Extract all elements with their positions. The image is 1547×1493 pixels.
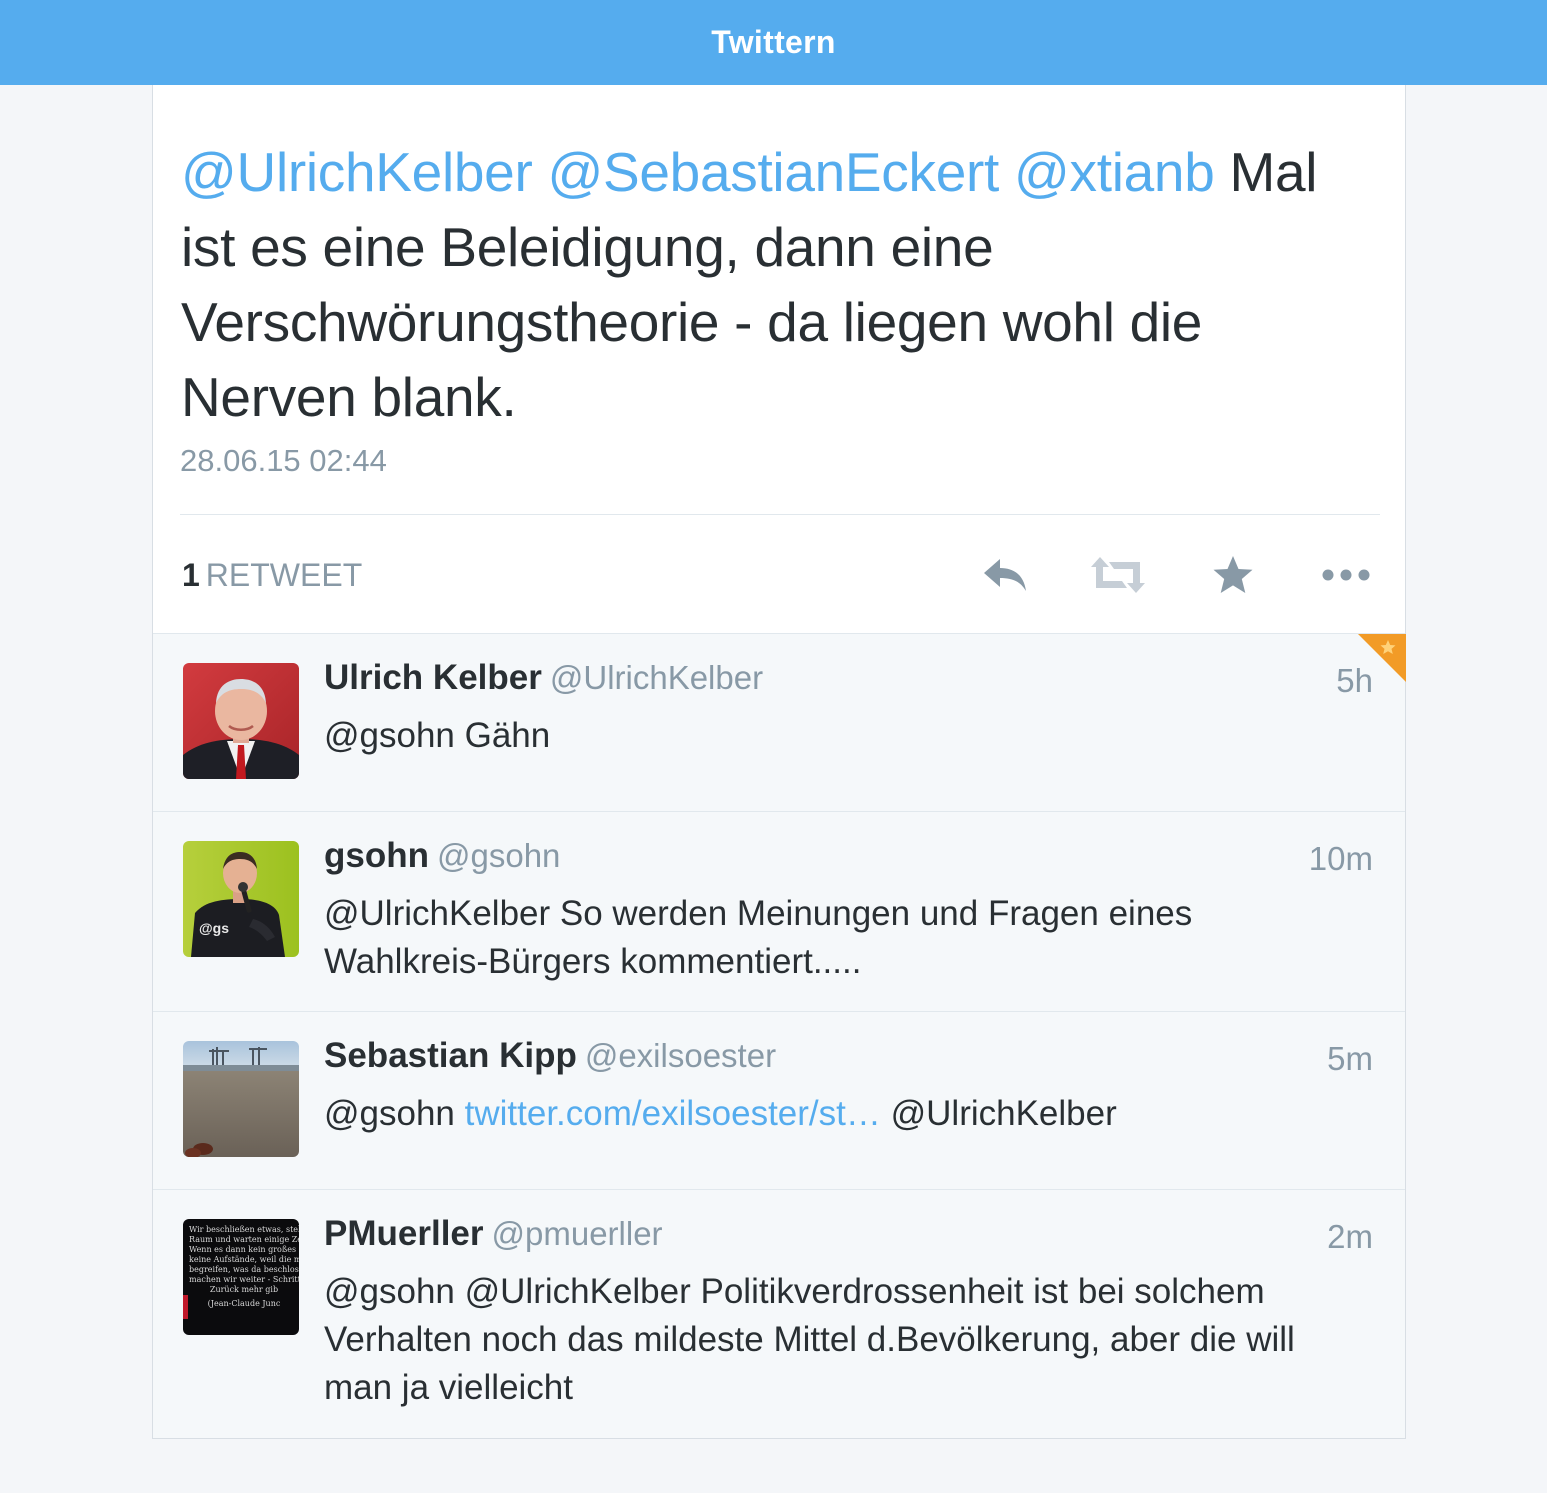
reply-time: 10m [1308, 840, 1373, 877]
mention-link[interactable]: @UlrichKelber [181, 141, 533, 203]
reply-text: @gsohn Gähn [324, 716, 551, 755]
reply-icon [984, 559, 1026, 591]
reply-tweet[interactable]: Wir beschließen etwas, stellen Raum und … [153, 1190, 1405, 1438]
avatar[interactable]: @gs [183, 841, 299, 957]
tweet-timestamp: 28.06.15 02:44 [180, 443, 387, 478]
reply-time: 2m [1327, 1218, 1373, 1255]
retweet-count: 1 [182, 557, 200, 593]
reply-button[interactable] [975, 551, 1035, 599]
user-handle[interactable]: @pmuerller [492, 1215, 663, 1252]
favorite-button[interactable] [1203, 551, 1263, 599]
favorited-corner-icon [1358, 634, 1406, 682]
main-tweet-text: @UlrichKelber @SebastianEckert @xtianb M… [181, 135, 1351, 435]
avatar[interactable] [183, 1041, 299, 1157]
url-link[interactable]: twitter.com/exilsoester/st… [465, 1094, 881, 1133]
mention-link[interactable]: @gsohn [324, 1094, 455, 1133]
user-name[interactable]: Sebastian Kipp [324, 1036, 577, 1075]
avatar[interactable]: Wir beschließen etwas, stellen Raum und … [183, 1219, 299, 1335]
reply-text: @UlrichKelber So werden Meinungen und Fr… [324, 894, 1193, 981]
mention-link[interactable]: @UlrichKelber [891, 1094, 1117, 1133]
reply-tweet[interactable]: @gs gsohn @gsohn 10m @UlrichKelber So wer… [153, 812, 1405, 1012]
page-title: Twittern [711, 24, 836, 60]
more-button[interactable] [1316, 551, 1376, 599]
reply-header: Sebastian Kipp @exilsoester [324, 1036, 776, 1076]
avatar-accent [183, 1295, 188, 1319]
reply-header: Ulrich Kelber @UlrichKelber [324, 658, 763, 698]
reply-time: 5m [1327, 1040, 1373, 1077]
divider [180, 514, 1380, 515]
reply-text: @gsohn twitter.com/exilsoester/st… @Ulri… [324, 1090, 1364, 1138]
main-tweet: @UlrichKelber @SebastianEckert @xtianb M… [181, 135, 1351, 435]
retweet-button[interactable] [1088, 551, 1148, 599]
avatar[interactable] [183, 663, 299, 779]
avatar-quote-text: Wir beschließen etwas, stellen Raum und … [189, 1225, 299, 1308]
user-handle[interactable]: @gsohn [437, 837, 560, 874]
user-name[interactable]: PMuerller [324, 1214, 484, 1253]
mention-link[interactable]: @xtianb [1014, 141, 1215, 203]
svg-text:@gs: @gs [199, 920, 229, 936]
mention-link[interactable]: @SebastianEckert [547, 141, 999, 203]
user-handle[interactable]: @exilsoester [585, 1037, 776, 1074]
user-name[interactable]: gsohn [324, 836, 429, 875]
reply-tweet[interactable]: Sebastian Kipp @exilsoester 5m @gsohn twi… [153, 1012, 1405, 1190]
user-name[interactable]: Ulrich Kelber [324, 658, 542, 697]
user-handle[interactable]: @UlrichKelber [550, 659, 763, 696]
top-bar: Twittern [0, 0, 1547, 85]
star-icon [1213, 556, 1253, 593]
retweet-icon [1091, 557, 1145, 593]
reply-header: PMuerller @pmuerller [324, 1214, 663, 1254]
more-icon [1322, 569, 1370, 581]
reply-tweet[interactable]: Ulrich Kelber @UlrichKelber 5h @gsohn Gäh… [153, 634, 1406, 812]
reply-text: @gsohn @UlrichKelber Politikverdrossenhe… [324, 1272, 1295, 1407]
tweet-detail-card: @UlrichKelber @SebastianEckert @xtianb M… [152, 85, 1406, 1439]
reply-header: gsohn @gsohn [324, 836, 560, 876]
retweet-label: RETWEET [205, 557, 363, 593]
retweet-stats[interactable]: 1 RETWEET [182, 557, 362, 594]
